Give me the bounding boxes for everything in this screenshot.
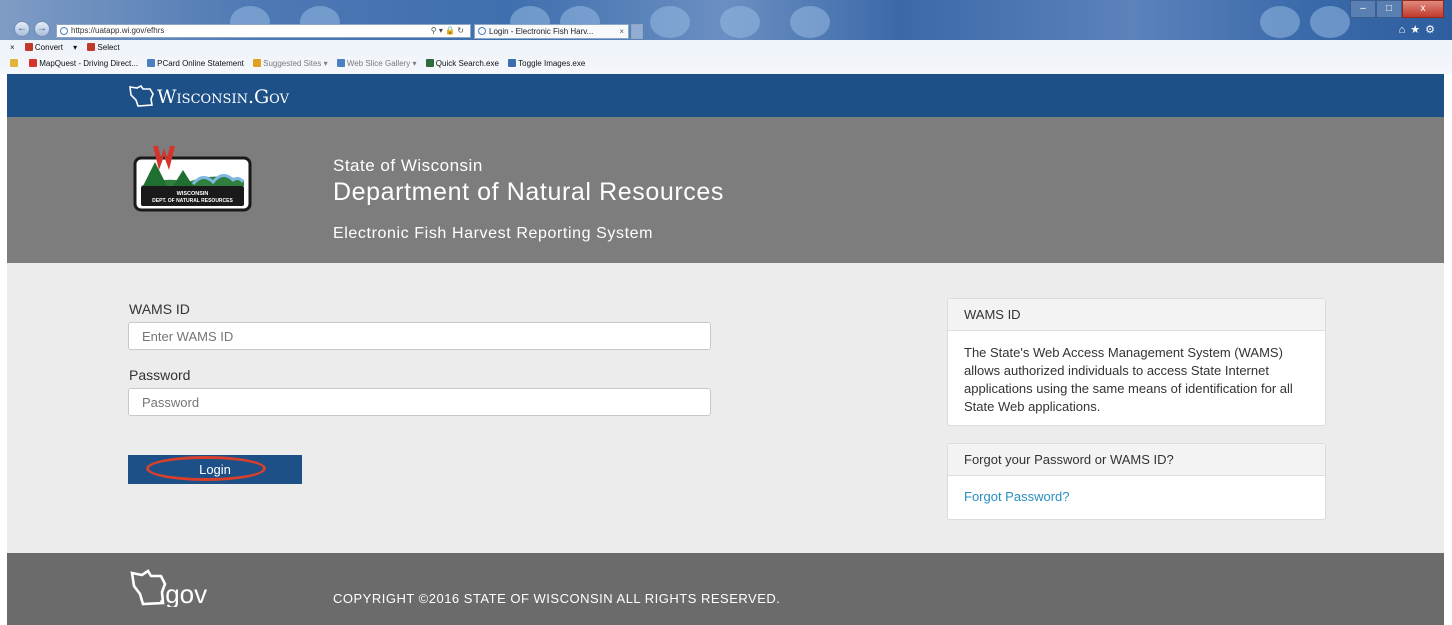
- forward-button[interactable]: →: [34, 21, 50, 37]
- maximize-button[interactable]: □: [1376, 0, 1402, 18]
- password-input[interactable]: [128, 388, 711, 416]
- new-tab-button[interactable]: [631, 24, 643, 39]
- state-subtitle: State of Wisconsin: [333, 156, 483, 175]
- forgot-panel: Forgot your Password or WAMS ID? Forgot …: [947, 443, 1326, 520]
- tab-title: Login - Electronic Fish Harv...: [489, 27, 594, 36]
- page-icon: [60, 27, 68, 35]
- convert-icon: [24, 43, 33, 51]
- browser-chrome: ← → https://uatapp.wi.gov/efhrs ⚲ ▾ 🔒 ↻ …: [0, 0, 1452, 74]
- wisconsin-gov-footer-logo[interactable]: .gov: [128, 567, 238, 607]
- wams-info-body: The State's Web Access Management System…: [964, 345, 1293, 414]
- browser-toolbar-icons[interactable]: ⌂★⚙: [1399, 23, 1440, 36]
- window-controls: – □ x: [1350, 0, 1444, 18]
- close-icon[interactable]: ×: [619, 25, 624, 38]
- decorative-blob: [790, 6, 830, 38]
- select-button[interactable]: Select: [87, 43, 127, 52]
- dnr-logo: WISCONSIN DEPT. OF NATURAL RESOURCES: [133, 146, 252, 212]
- page-title: Department of Natural Resources: [333, 178, 724, 206]
- logo-text-2: DEPT. OF NATURAL RESOURCES: [152, 198, 233, 204]
- system-title: Electronic Fish Harvest Reporting System: [333, 225, 654, 242]
- select-label: Select: [97, 43, 120, 52]
- wams-id-label: WAMS ID: [129, 301, 190, 317]
- address-bar[interactable]: https://uatapp.wi.gov/efhrs ⚲ ▾ 🔒 ↻: [56, 24, 471, 38]
- gear-icon[interactable]: ⚙: [1425, 24, 1440, 36]
- command-bar: × Convert ▾ Select: [0, 40, 1452, 56]
- address-url: https://uatapp.wi.gov/efhrs: [71, 26, 165, 35]
- fav-toggle-images[interactable]: Toggle Images.exe: [508, 59, 585, 68]
- fav-label: Quick Search.exe: [435, 59, 499, 68]
- fav-web-slice-gallery[interactable]: Web Slice Gallery ▾: [336, 59, 417, 68]
- gov-logo-text: .gov: [158, 579, 207, 607]
- fav-label: MapQuest - Driving Direct...: [39, 59, 138, 68]
- wisconsin-outline-icon[interactable]: [128, 84, 156, 108]
- fav-label: Web Slice Gallery: [346, 59, 411, 68]
- decorative-blob: [720, 6, 760, 38]
- fav-suggested-sites[interactable]: Suggested Sites ▾: [253, 59, 328, 68]
- close-window-button[interactable]: x: [1402, 0, 1444, 18]
- back-button[interactable]: ←: [14, 21, 30, 37]
- wams-id-input[interactable]: [128, 322, 711, 350]
- star-icon[interactable]: ★: [1410, 24, 1425, 36]
- select-icon: [87, 43, 96, 51]
- forgot-password-link[interactable]: Forgot Password?: [964, 489, 1070, 504]
- forgot-heading: Forgot your Password or WAMS ID?: [948, 444, 1325, 476]
- fav-label: PCard Online Statement: [157, 59, 244, 68]
- close-toolbar-icon[interactable]: ×: [10, 43, 15, 52]
- wams-info-panel: WAMS ID The State's Web Access Managemen…: [947, 298, 1326, 426]
- password-label: Password: [129, 367, 191, 383]
- fav-quick-search[interactable]: Quick Search.exe: [425, 59, 499, 68]
- login-button[interactable]: Login: [128, 455, 302, 484]
- home-icon[interactable]: ⌂: [1399, 24, 1411, 36]
- fav-label: Toggle Images.exe: [518, 59, 586, 68]
- minimize-button[interactable]: –: [1350, 0, 1376, 18]
- convert-button[interactable]: Convert ▾: [24, 43, 77, 52]
- wisconsin-gov-brand[interactable]: Wisconsin.Gov: [157, 85, 289, 109]
- decorative-blob: [650, 6, 690, 38]
- convert-label: Convert: [34, 43, 63, 52]
- highlight-circle: [146, 456, 266, 481]
- decorative-blob: [1310, 6, 1350, 38]
- copyright-text: COPYRIGHT ©2016 STATE OF WISCONSIN ALL R…: [333, 591, 781, 606]
- logo-text-1: WISCONSIN: [177, 191, 209, 197]
- address-tools[interactable]: ⚲ ▾ 🔒 ↻: [431, 25, 464, 37]
- wams-info-heading: WAMS ID: [948, 299, 1325, 331]
- tab-login[interactable]: Login - Electronic Fish Harv... ×: [474, 24, 629, 39]
- decorative-blob: [1260, 6, 1300, 38]
- fav-mapquest[interactable]: MapQuest - Driving Direct...: [29, 59, 138, 68]
- fav-label: Suggested Sites: [263, 59, 322, 68]
- fav-pcard[interactable]: PCard Online Statement: [147, 59, 244, 68]
- favorites-bar: MapQuest - Driving Direct... PCard Onlin…: [0, 56, 1452, 72]
- favorites-star-icon[interactable]: [10, 59, 20, 68]
- tab-page-icon: [478, 27, 486, 35]
